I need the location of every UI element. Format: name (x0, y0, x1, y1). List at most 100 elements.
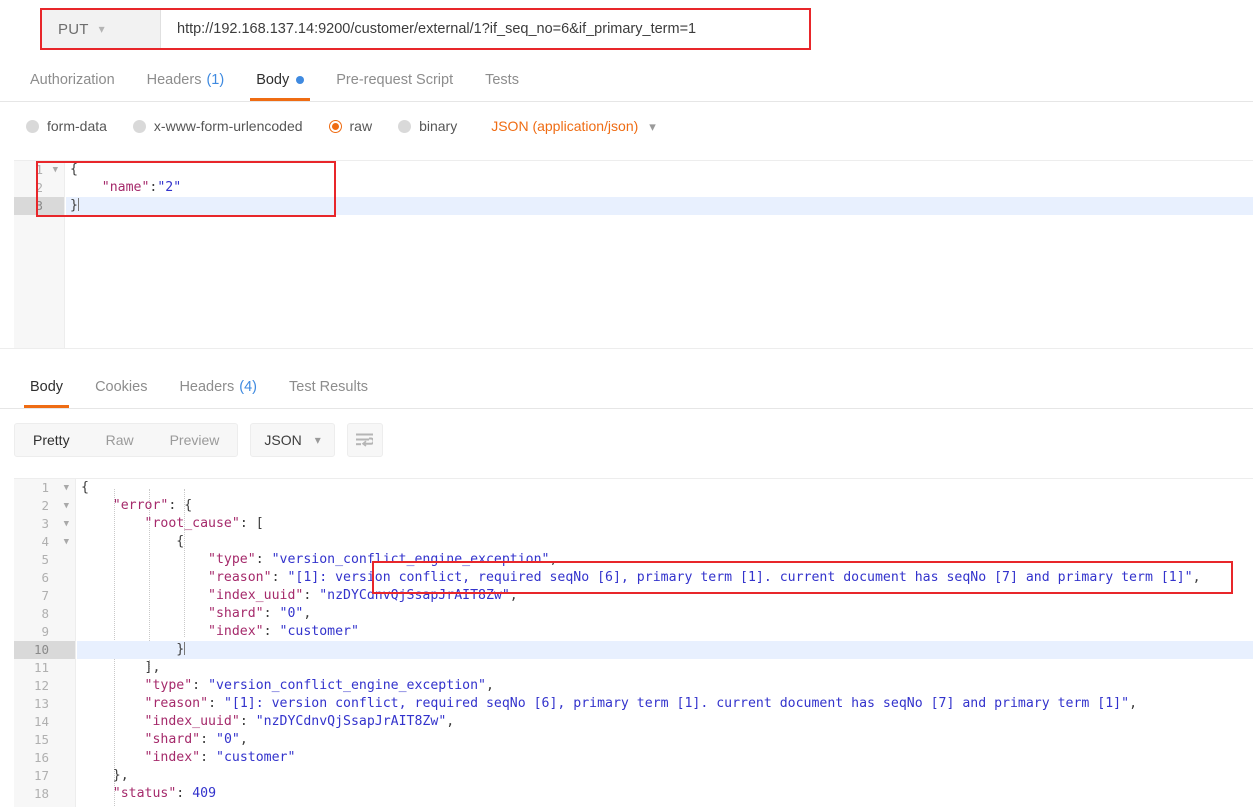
word-wrap-icon (356, 433, 374, 447)
code-line[interactable]: "shard": "0", (77, 605, 1253, 623)
request-tab-authorization[interactable]: Authorization (14, 58, 131, 101)
line-number: 12 (33, 678, 49, 693)
code-token: "index" (208, 624, 264, 639)
response-body-editor[interactable]: 1 ▼ 2 ▼ 3 ▼ 4 ▼ 5 6 7 8 9 10 11 12 13 14 15 16 17 18 { "error… (14, 478, 1253, 807)
response-tab-body[interactable]: Body (14, 366, 79, 408)
code-line[interactable]: "index": "customer" (77, 749, 1253, 767)
code-line[interactable]: "error": { (77, 497, 1253, 515)
tab-label: Headers (179, 379, 235, 395)
body-type-radio-x-www-form-urlencoded[interactable]: x-www-form-urlencoded (132, 118, 303, 134)
code-token: : (239, 516, 256, 531)
response-format-label: JSON (264, 432, 302, 448)
code-line[interactable]: "shard": "0", (77, 731, 1253, 749)
radio-icon (398, 119, 412, 133)
body-type-radio-form-data[interactable]: form-data (26, 118, 107, 134)
line-number: 16 (33, 750, 49, 765)
code-token: "shard" (208, 606, 264, 621)
fold-toggle-icon[interactable]: ▼ (64, 515, 69, 533)
line-number: 7 (41, 588, 49, 603)
line-number: 3 (14, 197, 64, 215)
text-caret (184, 642, 186, 655)
fold-toggle-icon[interactable]: ▼ (64, 533, 69, 551)
request-tab-headers[interactable]: Headers (1) (131, 58, 241, 101)
line-number: 15 (33, 732, 49, 747)
code-line[interactable]: "name":"2" (66, 179, 1253, 197)
request-body-editor[interactable]: 1 ▼ 2 3 { "name":"2"} (14, 160, 1253, 349)
body-type-radio-raw[interactable]: raw (328, 118, 372, 134)
text-caret (77, 198, 79, 211)
code-token: { (81, 480, 89, 495)
code-line[interactable]: "type": "version_conflict_engine_excepti… (77, 551, 1253, 569)
fold-toggle-icon[interactable]: ▼ (64, 479, 69, 497)
code-line[interactable]: { (77, 533, 1253, 551)
code-token: "reason" (144, 696, 209, 711)
line-number: 2 (35, 180, 43, 195)
line-number: 3 ▼ (41, 515, 69, 533)
body-type-label: x-www-form-urlencoded (153, 118, 303, 134)
code-token: : (271, 570, 288, 585)
chevron-down-icon: ▾ (649, 118, 656, 134)
code-line[interactable]: }, (77, 767, 1253, 785)
http-method-selector[interactable]: PUT ▾ (42, 10, 161, 48)
body-type-radio-binary[interactable]: binary (398, 118, 457, 134)
code-token: "index" (144, 750, 201, 765)
response-tab-cookies[interactable]: Cookies (79, 366, 163, 408)
code-line[interactable]: "reason": "[1]: version conflict, requir… (77, 569, 1253, 587)
code-token: "status" (112, 786, 177, 801)
view-mode-raw[interactable]: Raw (88, 424, 152, 456)
request-tab-tests[interactable]: Tests (469, 58, 535, 101)
code-token: "nzDYCdnvQjSsapJrAIT8Zw" (319, 588, 510, 603)
code-token: "index_uuid" (208, 588, 304, 603)
code-line[interactable]: "type": "version_conflict_engine_excepti… (77, 677, 1253, 695)
request-url-input[interactable]: http://192.168.137.14:9200/customer/exte… (161, 10, 809, 48)
request-tab-body[interactable]: Body (240, 58, 320, 101)
code-token: : (255, 552, 272, 567)
code-line[interactable]: "index_uuid": "nzDYCdnvQjSsapJrAIT8Zw", (77, 587, 1253, 605)
view-mode-preview[interactable]: Preview (152, 424, 238, 456)
code-line[interactable]: "status": 409 (77, 785, 1253, 803)
code-token: { (184, 498, 193, 513)
code-line[interactable]: "index": "customer" (77, 623, 1253, 641)
response-tab-test-results[interactable]: Test Results (273, 366, 384, 408)
word-wrap-button[interactable] (346, 423, 383, 457)
code-token: "type" (144, 678, 193, 693)
line-number: 14 (33, 714, 49, 729)
code-line[interactable]: } (77, 641, 1253, 659)
request-editor-code[interactable]: { "name":"2"} (66, 161, 1253, 349)
code-token: : (303, 588, 320, 603)
response-tab-headers[interactable]: Headers (4) (163, 366, 273, 408)
line-number: 5 (41, 552, 49, 567)
code-line[interactable]: "index_uuid": "nzDYCdnvQjSsapJrAIT8Zw", (77, 713, 1253, 731)
line-number: 13 (33, 696, 49, 711)
request-editor-gutter: 1 ▼ 2 3 (14, 161, 65, 349)
tab-label: Cookies (95, 379, 148, 395)
http-method-label: PUT (58, 20, 89, 38)
code-token: "index_uuid" (144, 714, 240, 729)
code-line[interactable]: { (77, 479, 1253, 497)
request-tab-pre-request-script[interactable]: Pre-request Script (320, 58, 469, 101)
code-token: "error" (112, 498, 169, 513)
code-line[interactable]: { (66, 161, 1253, 179)
radio-icon (132, 119, 146, 133)
code-line[interactable]: "root_cause": [ (77, 515, 1253, 533)
fold-toggle-icon[interactable]: ▼ (64, 497, 69, 515)
panel-splitter[interactable] (0, 348, 1253, 367)
tab-label: Authorization (30, 71, 115, 88)
code-token: { (176, 534, 185, 549)
fold-toggle-icon[interactable]: ▼ (53, 161, 58, 179)
response-editor-code[interactable]: { "error": { "root_cause": [ { "type": "… (77, 479, 1253, 807)
line-number: 18 (33, 786, 49, 801)
view-mode-pretty[interactable]: Pretty (15, 424, 88, 456)
response-format-selector[interactable]: JSON ▾ (250, 423, 335, 457)
code-line[interactable]: } (66, 197, 1253, 215)
content-type-selector[interactable]: JSON (application/json) ▾ (491, 118, 656, 134)
code-token: "root_cause" (144, 516, 240, 531)
code-line[interactable]: "reason": "[1]: version conflict, requir… (77, 695, 1253, 713)
code-line[interactable]: ], (77, 659, 1253, 677)
